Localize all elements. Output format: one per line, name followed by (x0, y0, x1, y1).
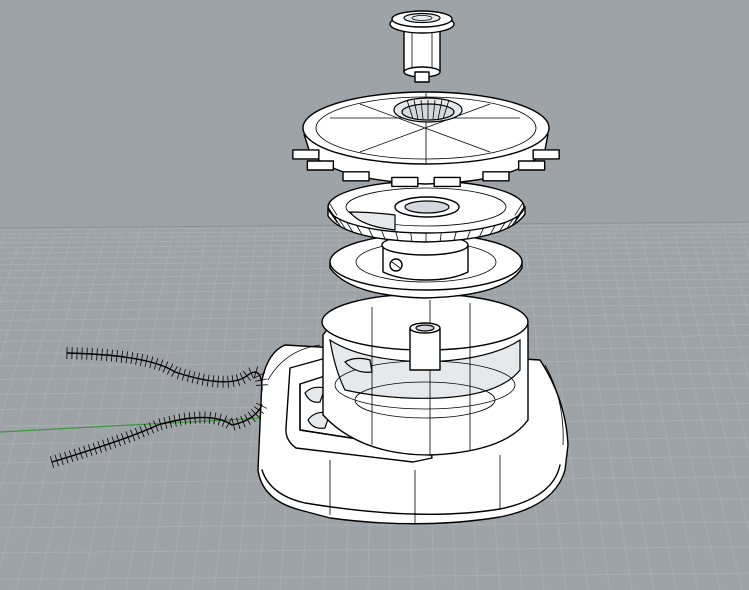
rhino-perspective-viewport[interactable] (0, 0, 749, 590)
3d-scene[interactable] (0, 0, 749, 590)
grinder-cup[interactable] (321, 293, 529, 456)
grinder-lid[interactable] (292, 91, 560, 188)
grinder-top-knob[interactable] (389, 10, 455, 83)
burr-plate[interactable] (329, 233, 523, 299)
burr-gear[interactable] (327, 180, 526, 243)
